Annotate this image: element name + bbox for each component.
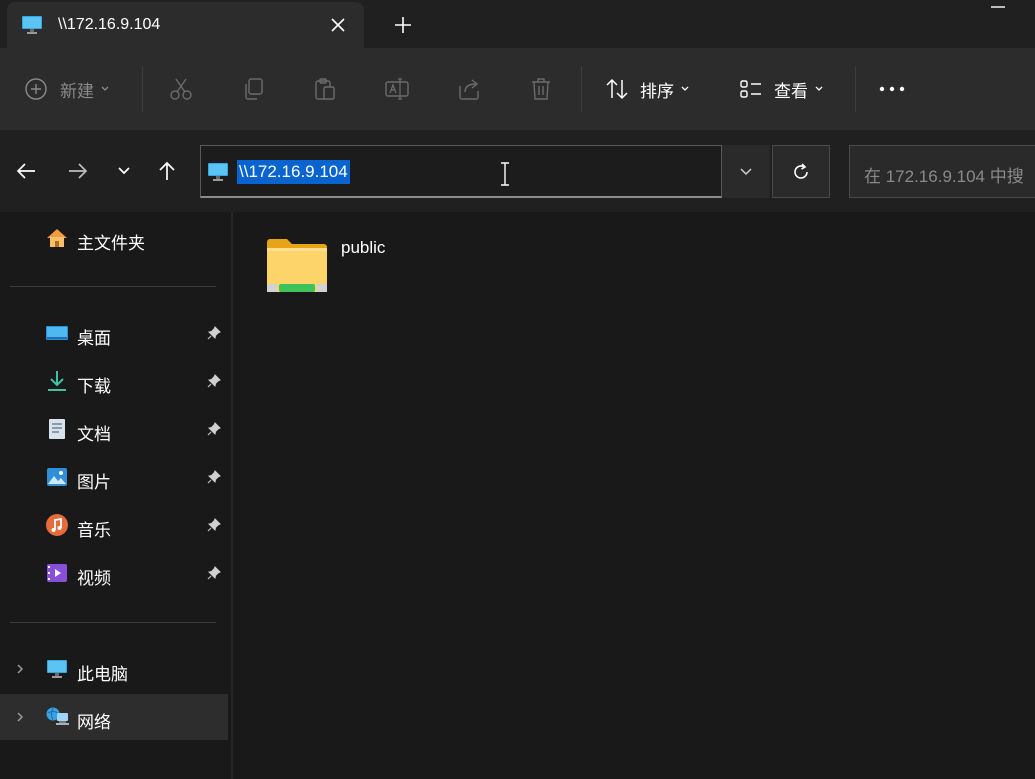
separator	[142, 66, 143, 112]
chevron-down-icon	[815, 86, 823, 91]
computer-icon	[208, 163, 228, 181]
address-row: \\172.16.9.104 在 172.16.9.104 中搜	[0, 130, 1035, 212]
sort-icon	[606, 78, 628, 100]
chevron-down-icon	[118, 167, 130, 175]
minimize-icon[interactable]	[990, 4, 1006, 10]
videos-icon	[47, 564, 67, 582]
recent-locations-button[interactable]	[109, 156, 139, 186]
rename-button[interactable]	[384, 70, 410, 108]
scissors-icon	[170, 78, 192, 100]
sidebar-item-label: 视频	[77, 569, 111, 588]
sidebar-item-network[interactable]: 网络	[0, 694, 228, 740]
view-icon	[740, 80, 761, 98]
computer-icon	[22, 16, 42, 34]
copy-icon	[245, 78, 263, 100]
sidebar-item-label: 桌面	[77, 329, 111, 348]
command-bar: 新建 排序 查看	[0, 48, 1035, 130]
address-history-button[interactable]	[722, 145, 770, 198]
refresh-icon	[794, 162, 808, 179]
sidebar-item-desktop[interactable]: 桌面	[0, 310, 228, 356]
chevron-right-icon[interactable]	[13, 710, 27, 724]
view-label: 查看	[774, 81, 808, 101]
close-icon[interactable]	[325, 12, 351, 38]
pin-icon[interactable]	[206, 517, 222, 533]
sidebar-item-home[interactable]: 主文件夹	[0, 215, 228, 261]
tab-title: \\172.16.9.104	[58, 16, 161, 33]
chevron-right-icon[interactable]	[13, 662, 27, 676]
folder-icon	[267, 239, 327, 292]
sort-button[interactable]: 排序	[604, 70, 690, 108]
pin-icon[interactable]	[206, 373, 222, 389]
divider	[10, 622, 216, 623]
new-tab-icon[interactable]	[390, 12, 416, 38]
title-bar: \\172.16.9.104	[0, 0, 1035, 48]
file-list: public	[233, 212, 1035, 779]
search-box[interactable]: 在 172.16.9.104 中搜	[849, 145, 1035, 198]
address-path-selected[interactable]: \\172.16.9.104	[237, 160, 350, 184]
sidebar-item-pictures[interactable]: 图片	[0, 454, 228, 500]
arrow-right-icon	[69, 163, 88, 179]
share-icon	[459, 79, 479, 100]
desktop-icon	[46, 326, 68, 340]
chevron-down-icon	[681, 86, 689, 91]
sidebar-item-label: 音乐	[77, 521, 111, 540]
view-button[interactable]: 查看	[738, 70, 824, 108]
delete-button[interactable]	[528, 70, 554, 108]
pin-icon[interactable]	[206, 565, 222, 581]
search-placeholder: 在 172.16.9.104 中搜	[864, 167, 1024, 186]
cut-button[interactable]	[168, 70, 194, 108]
sort-label: 排序	[640, 81, 674, 101]
back-button[interactable]	[11, 156, 41, 186]
address-bar[interactable]: \\172.16.9.104	[200, 145, 722, 198]
folder-item[interactable]: public	[263, 232, 423, 302]
sidebar-item-label: 此电脑	[77, 665, 128, 684]
refresh-button[interactable]	[772, 145, 830, 198]
folder-name: public	[341, 238, 386, 257]
pin-icon[interactable]	[206, 325, 222, 341]
sidebar-item-videos[interactable]: 视频	[0, 550, 228, 596]
sidebar-item-label: 下载	[77, 377, 111, 396]
navigation-pane: 主文件夹 桌面 下载 文档 图片 音乐 视频 此电脑 网络	[0, 212, 233, 779]
sidebar-item-music[interactable]: 音乐	[0, 502, 228, 548]
sidebar-item-label: 网络	[77, 713, 111, 732]
up-button[interactable]	[152, 156, 182, 186]
pin-icon[interactable]	[206, 421, 222, 437]
rename-icon	[385, 78, 409, 100]
paste-icon	[315, 78, 335, 100]
more-button[interactable]	[878, 70, 906, 108]
tab-active[interactable]: \\172.16.9.104	[7, 2, 364, 48]
sidebar-item-label: 主文件夹	[77, 234, 145, 253]
sidebar-item-this-pc[interactable]: 此电脑	[0, 646, 228, 692]
sidebar-item-downloads[interactable]: 下载	[0, 358, 228, 404]
add-circle-icon	[25, 78, 47, 100]
home-icon	[47, 229, 67, 247]
music-icon	[46, 514, 68, 536]
network-icon	[46, 707, 69, 725]
trash-icon	[532, 78, 550, 100]
share-button[interactable]	[456, 70, 482, 108]
separator	[855, 66, 856, 112]
copy-button[interactable]	[240, 70, 266, 108]
documents-icon	[49, 419, 65, 439]
arrow-left-icon	[16, 163, 35, 179]
pictures-icon	[47, 468, 67, 486]
computer-icon	[47, 660, 67, 678]
arrow-up-icon	[159, 161, 175, 180]
text-cursor-icon	[501, 162, 509, 186]
chevron-down-icon	[101, 86, 109, 91]
sidebar-item-label: 图片	[77, 473, 111, 492]
new-button[interactable]: 新建	[24, 70, 110, 108]
sidebar-item-label: 文档	[77, 425, 111, 444]
more-icon	[879, 86, 905, 92]
sidebar-item-documents[interactable]: 文档	[0, 406, 228, 452]
download-icon	[48, 371, 66, 391]
pin-icon[interactable]	[206, 469, 222, 485]
new-label: 新建	[60, 81, 94, 101]
paste-button[interactable]	[312, 70, 338, 108]
separator	[581, 66, 582, 112]
chevron-down-icon	[740, 167, 752, 175]
forward-button[interactable]	[63, 156, 93, 186]
divider	[10, 286, 216, 287]
